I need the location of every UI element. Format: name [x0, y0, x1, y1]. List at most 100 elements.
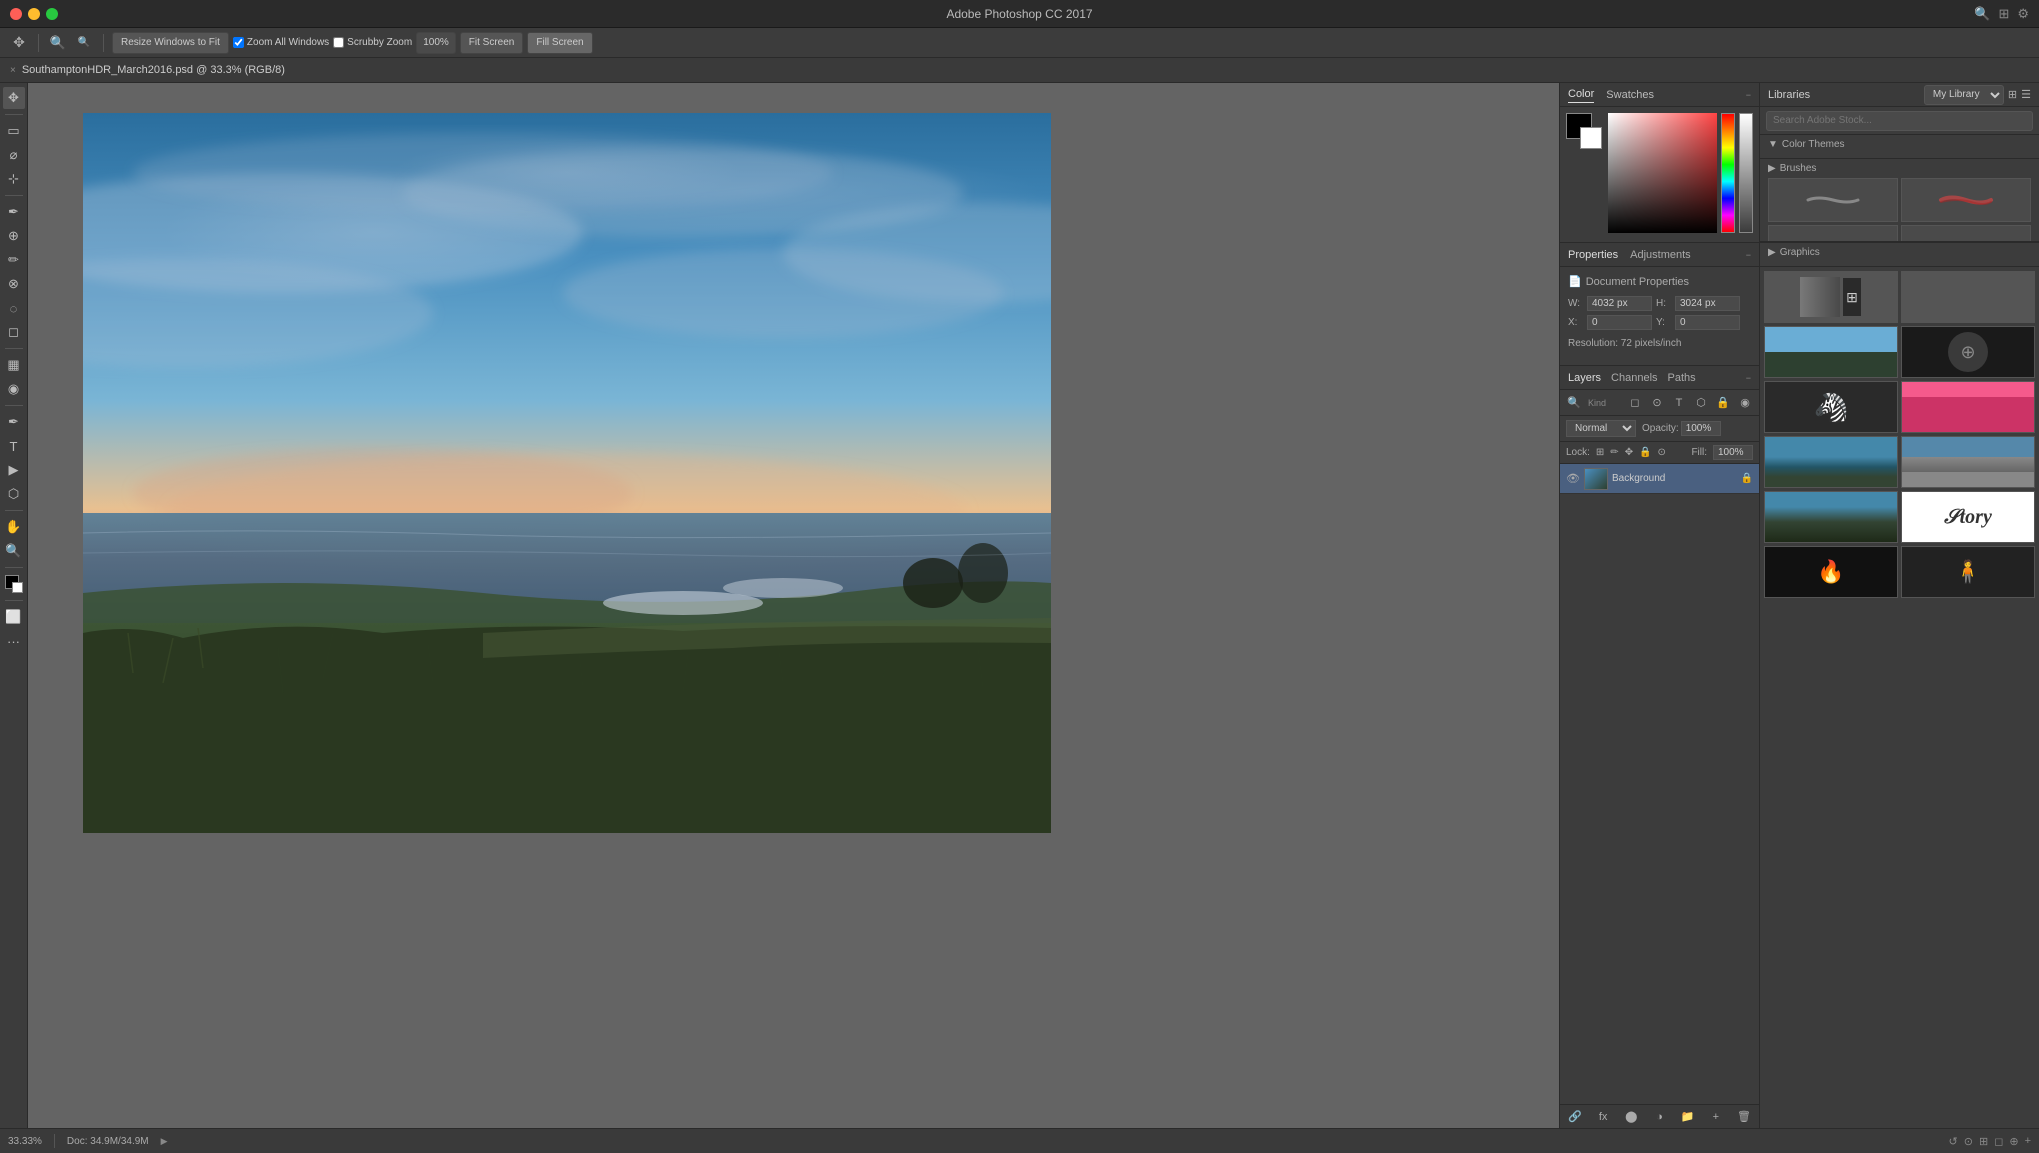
graphics-collapse[interactable]: ▶ Graphics [1768, 247, 2031, 258]
properties-tab[interactable]: Properties [1568, 249, 1618, 261]
shape-tool[interactable]: ⬡ [3, 483, 25, 505]
fill-value[interactable]: 100% [1713, 445, 1753, 460]
graphic-item-4[interactable]: ⊕ [1901, 326, 2035, 378]
resize-windows-button[interactable]: Resize Windows to Fit [112, 32, 229, 54]
arrange-icon[interactable]: ⊞ [1998, 6, 2009, 22]
selection-tool[interactable]: ▭ [3, 120, 25, 142]
brush-thumb-1[interactable] [1768, 178, 1898, 222]
layer-link-icon[interactable]: 🔗 [1566, 1108, 1584, 1126]
library-dropdown[interactable]: My Library [1924, 85, 2004, 105]
fill-screen-button[interactable]: Fill Screen [527, 32, 592, 54]
y-value[interactable]: 0 [1675, 315, 1740, 330]
graphic-item-6[interactable] [1901, 381, 2035, 433]
dodge-tool[interactable]: ◉ [3, 378, 25, 400]
maximize-button[interactable] [46, 8, 58, 20]
graphic-item-9[interactable] [1764, 491, 1898, 543]
zoom-out-icon[interactable]: 🔍 [73, 32, 95, 54]
layer-adjustment-icon[interactable]: ◑ [1650, 1108, 1668, 1126]
background-color-swatch[interactable] [1580, 127, 1602, 149]
channels-tab[interactable]: Channels [1611, 372, 1657, 384]
color-panel-collapse[interactable]: − [1746, 90, 1751, 100]
close-button[interactable] [10, 8, 22, 20]
layer-mask-icon[interactable]: ⬤ [1622, 1108, 1640, 1126]
color-themes-collapse[interactable]: ▼ Color Themes [1768, 139, 2031, 150]
layer-fx-icon[interactable]: fx [1594, 1108, 1612, 1126]
foreground-color[interactable] [3, 573, 25, 595]
brush-thumb-3[interactable] [1768, 225, 1898, 242]
crop-tool[interactable]: ⊹ [3, 168, 25, 190]
heal-tool[interactable]: ⊕ [3, 225, 25, 247]
width-value[interactable]: 4032 px [1587, 296, 1652, 311]
move-tool-icon[interactable]: ✥ [8, 32, 30, 54]
layers-filter-icon[interactable]: ◻ [1625, 393, 1645, 413]
opacity-value[interactable]: 100% [1681, 421, 1721, 436]
eyedropper-tool[interactable]: ✒ [3, 201, 25, 223]
brushes-collapse[interactable]: ▶ Brushes [1768, 163, 2031, 174]
zoom-tool[interactable]: 🔍 [3, 540, 25, 562]
path-select-tool[interactable]: ▶ [3, 459, 25, 481]
color-tab[interactable]: Color [1568, 86, 1594, 103]
graphic-item-8[interactable] [1901, 436, 2035, 488]
lock-position-icon[interactable]: ✏ [1610, 447, 1618, 458]
screen-mode[interactable]: ⬜ [3, 606, 25, 628]
zoom-in-icon[interactable]: 🔍 [47, 32, 69, 54]
graphic-item-7[interactable] [1764, 436, 1898, 488]
search-icon[interactable]: 🔍 [1974, 6, 1990, 22]
paths-tab[interactable]: Paths [1668, 372, 1696, 384]
pen-tool[interactable]: ✒ [3, 411, 25, 433]
layers-search-icon[interactable]: 🔍 [1564, 393, 1584, 413]
height-value[interactable]: 3024 px [1675, 296, 1740, 311]
history-tool[interactable]: ◌ [3, 297, 25, 319]
properties-collapse[interactable]: − [1746, 250, 1751, 260]
layers-type-icon[interactable]: T [1669, 393, 1689, 413]
doc-tab-close[interactable]: × [10, 65, 16, 76]
layers-shape-icon[interactable]: ⬡ [1691, 393, 1711, 413]
alpha-slider[interactable] [1739, 113, 1753, 233]
graphic-item-1[interactable]: ⊞ [1764, 271, 1898, 323]
layers-tab[interactable]: Layers [1568, 372, 1601, 384]
status-icon-4[interactable]: ◻ [1994, 1135, 2003, 1148]
move-tool[interactable]: ✥ [3, 87, 25, 109]
document-tab[interactable]: × SouthamptonHDR_March2016.psd @ 33.3% (… [0, 58, 2039, 83]
color-spectrum[interactable] [1608, 113, 1753, 233]
graphic-item-5[interactable]: 🦓 [1764, 381, 1898, 433]
status-icon-1[interactable]: ↺ [1949, 1135, 1958, 1148]
settings-icon[interactable]: ⚙ [2017, 6, 2029, 22]
layer-folder-icon[interactable]: 📁 [1679, 1108, 1697, 1126]
layer-visibility-icon[interactable]: 👁 [1566, 472, 1580, 485]
lock-extra-icon[interactable]: ⊙ [1658, 447, 1666, 458]
library-search-input[interactable] [1766, 111, 2033, 131]
color-picker-gradient[interactable] [1608, 113, 1717, 233]
graphic-item-11[interactable]: 🔥 [1764, 546, 1898, 598]
zoom-all-checkbox[interactable]: Zoom All Windows [233, 37, 329, 48]
graphic-item-2[interactable] [1901, 271, 2035, 323]
clone-tool[interactable]: ⊗ [3, 273, 25, 295]
status-icon-2[interactable]: ⊙ [1964, 1135, 1973, 1148]
adjustments-tab[interactable]: Adjustments [1630, 249, 1691, 261]
lasso-tool[interactable]: ⌀ [3, 144, 25, 166]
lock-artboard-icon[interactable]: ✥ [1625, 447, 1633, 458]
status-arrow[interactable]: ▶ [161, 1136, 168, 1147]
text-tool[interactable]: T [3, 435, 25, 457]
layer-item-background[interactable]: 👁 Background 🔒 [1560, 464, 1759, 494]
brush-tool[interactable]: ✏ [3, 249, 25, 271]
swatches-tab[interactable]: Swatches [1606, 87, 1654, 103]
fg-bg-colors[interactable] [1566, 113, 1602, 149]
gradient-tool[interactable]: ▦ [3, 354, 25, 376]
lock-all-icon[interactable]: 🔒 [1639, 447, 1651, 458]
lock-pixels-icon[interactable]: ⊞ [1596, 447, 1604, 458]
brush-thumb-4[interactable] [1901, 225, 2031, 242]
fit-screen-button[interactable]: Fit Screen [460, 32, 524, 54]
canvas-area[interactable] [28, 83, 1559, 1128]
eraser-tool[interactable]: ◻ [3, 321, 25, 343]
minimize-button[interactable] [28, 8, 40, 20]
extra-tools[interactable]: ··· [3, 630, 25, 652]
layers-collapse[interactable]: − [1746, 373, 1751, 383]
layer-new-icon[interactable]: + [1707, 1108, 1725, 1126]
layer-delete-icon[interactable]: 🗑 [1735, 1108, 1753, 1126]
lib-grid-icon[interactable]: ⊞ [2008, 88, 2017, 101]
brush-thumb-2[interactable] [1901, 178, 2031, 222]
layers-smart-icon[interactable]: 🔒 [1713, 393, 1733, 413]
graphic-item-12[interactable]: 🧍 [1901, 546, 2035, 598]
graphic-item-10[interactable]: 𝒮tory [1901, 491, 2035, 543]
